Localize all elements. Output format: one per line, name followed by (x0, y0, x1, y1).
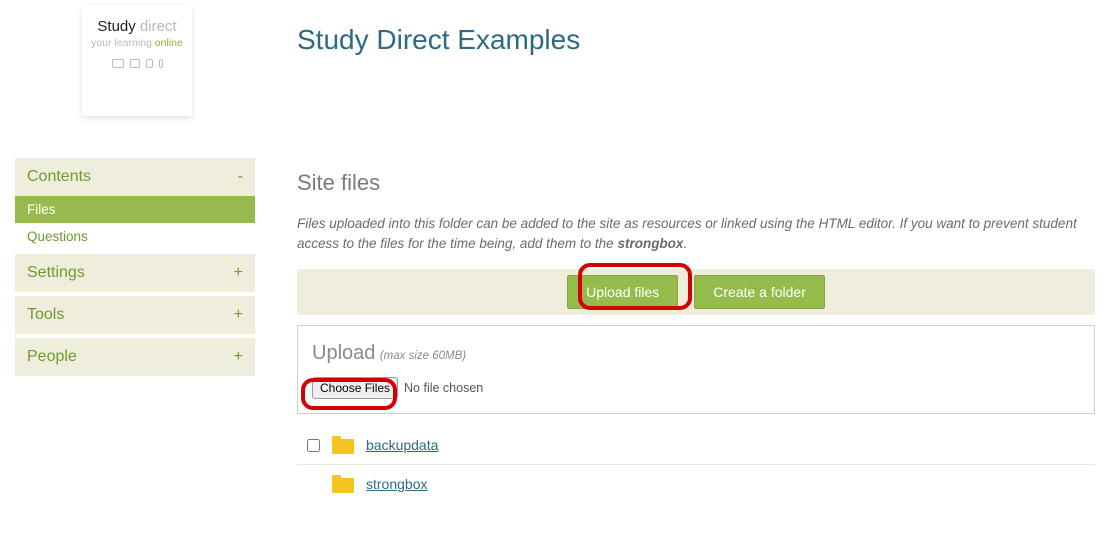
upload-panel: Upload (max size 60MB) Choose Files No f… (297, 325, 1095, 414)
logo-title-strong: Study (97, 18, 135, 35)
sidebar-block-tools: Tools + (15, 296, 255, 334)
logo-title-light: direct (140, 18, 177, 35)
help-text: Files uploaded into this folder can be a… (297, 214, 1095, 253)
folder-link-backupdata[interactable]: backupdata (366, 437, 438, 453)
device-icons (90, 59, 184, 68)
logo-sub-muted: your learning (91, 37, 152, 49)
sidebar: Contents - Files Questions Settings + To… (15, 158, 255, 380)
sidebar-label: People (27, 348, 77, 366)
sidebar-label: Contents (27, 168, 91, 186)
main-content: Site files Files uploaded into this fold… (297, 170, 1095, 503)
choose-files-button[interactable]: Choose Files (312, 377, 398, 399)
sidebar-label: Tools (27, 306, 64, 324)
logo-card: Study direct your learning online (82, 6, 192, 116)
folder-icon (332, 475, 354, 493)
upload-title: Upload (312, 342, 375, 364)
sidebar-block-contents: Contents - Files Questions (15, 158, 255, 250)
checkbox-spacer (307, 478, 320, 491)
sidebar-item-questions[interactable]: Questions (15, 223, 255, 250)
file-row: backupdata (297, 426, 1095, 465)
sidebar-head-settings[interactable]: Settings + (15, 254, 255, 292)
create-folder-button[interactable]: Create a folder (694, 275, 825, 309)
sidebar-head-tools[interactable]: Tools + (15, 296, 255, 334)
page-title: Study Direct Examples (297, 24, 580, 56)
expand-icon: + (234, 348, 243, 366)
sidebar-block-people: People + (15, 338, 255, 376)
logo-sub-green: online (155, 37, 183, 49)
expand-icon: + (234, 306, 243, 324)
file-checkbox[interactable] (307, 439, 320, 452)
sidebar-head-contents[interactable]: Contents - (15, 158, 255, 196)
file-list: backupdata strongbox (297, 426, 1095, 503)
action-bar: Upload files Create a folder (297, 269, 1095, 315)
sidebar-block-settings: Settings + (15, 254, 255, 292)
file-chosen-status: No file chosen (404, 381, 483, 395)
collapse-icon: - (238, 168, 243, 186)
upload-files-button[interactable]: Upload files (567, 275, 678, 309)
sidebar-item-files[interactable]: Files (15, 196, 255, 223)
sidebar-head-people[interactable]: People + (15, 338, 255, 376)
section-heading: Site files (297, 170, 1095, 196)
sidebar-label: Settings (27, 264, 85, 282)
folder-link-strongbox[interactable]: strongbox (366, 476, 427, 492)
folder-icon (332, 436, 354, 454)
file-row: strongbox (297, 465, 1095, 503)
upload-hint: (max size 60MB) (380, 350, 466, 362)
expand-icon: + (234, 264, 243, 282)
